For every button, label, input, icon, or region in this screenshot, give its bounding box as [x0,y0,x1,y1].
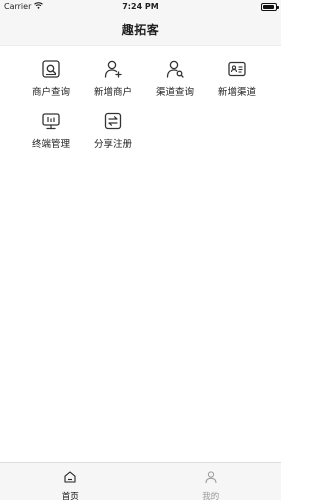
status-time: 7:24 PM [122,2,159,11]
status-bar: Carrier 7:24 PM [0,0,281,14]
menu-item-label: 商户查询 [31,87,70,98]
menu-item-label: 新增渠道 [217,87,256,98]
channel-search-icon [164,58,186,80]
tab-profile[interactable]: 我的 [141,463,282,500]
menu-item-terminal-management[interactable]: 终端管理 [20,110,82,152]
terminal-icon [40,110,62,132]
menu-item-label: 分享注册 [93,139,132,150]
profile-icon [204,469,218,488]
id-card-icon [226,58,248,80]
menu-item-share-register[interactable]: 分享注册 [82,110,144,152]
menu-item-label: 终端管理 [31,139,70,150]
menu-item-channel-search[interactable]: 渠道查询 [144,58,206,100]
tab-label: 我的 [202,492,220,500]
menu-item-label: 新增商户 [93,87,132,98]
tab-label: 首页 [61,492,79,500]
tab-bar: 首页 我的 [0,462,281,500]
menu-item-merchant-search[interactable]: 商户查询 [20,58,82,100]
menu-item-label: 渠道查询 [155,87,194,98]
page-title: 趣拓客 [121,23,160,37]
add-user-icon [102,58,124,80]
menu-item-add-channel[interactable]: 新增渠道 [206,58,268,100]
menu-item-add-merchant[interactable]: 新增商户 [82,58,144,100]
menu-grid: 商户查询 新增商户 渠道查询 新增渠道 终端管理 分享注册 [20,58,270,152]
merchant-search-icon [40,58,62,80]
battery-icon [261,3,279,11]
tab-home[interactable]: 首页 [0,463,141,500]
nav-bar: 趣拓客 [0,14,281,46]
home-icon [63,469,77,488]
share-register-icon [102,110,124,132]
